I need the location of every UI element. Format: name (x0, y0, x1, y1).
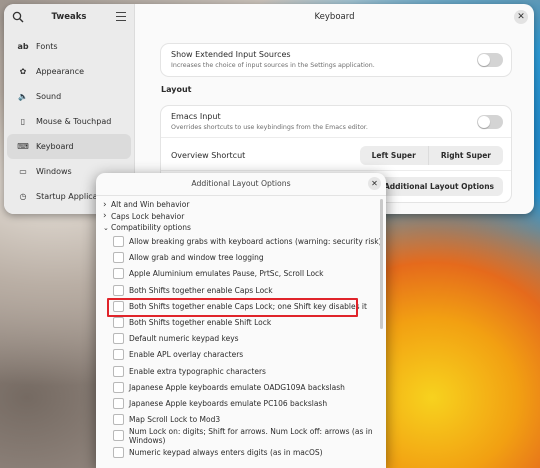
option-checkbox[interactable] (113, 365, 124, 377)
option-row[interactable]: Apple Aluminium emulates Pause, PrtSc, S… (103, 266, 382, 282)
group-expander[interactable]: › Alt and Win behavior (103, 199, 382, 211)
option-label: Allow grab and window tree logging (129, 253, 264, 263)
option-label: Japanese Apple keyboards emulate PC106 b… (129, 398, 328, 408)
additional-layout-options-dialog: Additional Layout Options ✕ › Alt and Win… (96, 173, 386, 468)
close-icon: ✕ (371, 179, 378, 188)
option-label: Both Shifts together enable Caps Lock; o… (129, 301, 367, 311)
option-checkbox[interactable] (113, 300, 124, 312)
option-row[interactable]: Allow grab and window tree logging (103, 250, 382, 266)
chevron-right-icon: › (103, 211, 107, 222)
sound-icon: 🔈 (18, 92, 28, 101)
option-checkbox[interactable] (113, 430, 124, 442)
option-checkbox[interactable] (113, 284, 124, 296)
close-button[interactable]: ✕ (514, 10, 528, 24)
option-row[interactable]: Default numeric keypad keys (103, 331, 382, 347)
option-label: Enable extra typographic characters (129, 366, 266, 376)
option-row[interactable]: Enable APL overlay characters (103, 347, 382, 363)
option-row[interactable]: Num Lock on: digits; Shift for arrows. N… (103, 426, 382, 445)
sidebar-item-label: Mouse & Touchpad (36, 117, 112, 126)
option-row[interactable]: Both Shifts together enable Shift Lock (103, 314, 382, 330)
sidebar-item-label: Keyboard (36, 142, 74, 151)
windows-icon: ▭ (19, 167, 27, 176)
emacs-title: Emacs Input (171, 112, 221, 121)
layout-section-label: Layout (161, 85, 192, 94)
option-checkbox[interactable] (113, 397, 124, 409)
option-label: Japanese Apple keyboards emulate OADG109… (129, 382, 345, 392)
group-label: Alt and Win behavior (111, 200, 190, 210)
option-checkbox[interactable] (113, 317, 124, 329)
sidebar-item-keyboard[interactable]: ⌨ Keyboard (7, 134, 131, 159)
sidebar-item-label: Windows (36, 167, 72, 176)
option-row[interactable]: Numeric keypad always enters digits (as … (103, 444, 382, 460)
emacs-toggle[interactable] (477, 115, 503, 129)
additional-layout-options-button[interactable]: Additional Layout Options (374, 177, 503, 196)
emacs-subtitle: Overrides shortcuts to use keybindings f… (171, 124, 368, 131)
right-super-option[interactable]: Right Super (427, 146, 503, 165)
option-checkbox[interactable] (113, 236, 124, 248)
left-super-option[interactable]: Left Super (360, 146, 428, 165)
option-checkbox[interactable] (113, 414, 124, 426)
group-expander[interactable]: › Caps Lock behavior (103, 211, 382, 223)
group-expander[interactable]: ⌄ Compatibility options (103, 222, 382, 234)
option-row[interactable]: Map Scroll Lock to Mod3 (103, 412, 382, 428)
startup-icon: ◷ (19, 192, 27, 201)
mouse-icon: ▯ (20, 117, 26, 126)
option-row[interactable]: Allow breaking grabs with keyboard actio… (103, 234, 382, 250)
dialog-options-list: › Alt and Win behavior › Caps Lock behavior… (103, 199, 382, 460)
extended-input-toggle[interactable] (477, 53, 503, 67)
sidebar-item-label: Appearance (36, 67, 85, 76)
sidebar-header: Tweaks (4, 4, 134, 30)
app-title: Tweaks (51, 12, 87, 22)
option-label: Allow breaking grabs with keyboard actio… (129, 237, 382, 247)
option-checkbox[interactable] (113, 252, 124, 264)
sidebar-item-label: Fonts (36, 42, 58, 51)
page-title: Keyboard (314, 12, 355, 22)
dialog-scrollbar[interactable] (380, 199, 383, 329)
sidebar-item-label: Sound (36, 92, 62, 101)
option-checkbox[interactable] (113, 446, 124, 458)
option-row[interactable]: Both Shifts together enable Caps Lock; o… (103, 297, 382, 317)
option-checkbox[interactable] (113, 349, 124, 361)
close-icon: ✕ (517, 12, 525, 22)
option-label: Both Shifts together enable Shift Lock (129, 318, 272, 328)
option-label: Apple Aluminium emulates Pause, PrtSc, S… (129, 269, 324, 279)
sidebar-item-appearance[interactable]: ✿ Appearance (7, 59, 131, 84)
fonts-icon: ab (17, 42, 29, 51)
overview-shortcut-selector: Left Super Right Super (359, 146, 503, 165)
option-row[interactable]: Japanese Apple keyboards emulate PC106 b… (103, 395, 382, 411)
option-label: Map Scroll Lock to Mod3 (129, 415, 221, 425)
appearance-icon: ✿ (19, 67, 27, 76)
keyboard-icon: ⌨ (17, 142, 29, 151)
chevron-down-icon: ⌄ (103, 223, 109, 232)
dialog-title: Additional Layout Options (191, 179, 291, 188)
group-label: Caps Lock behavior (111, 211, 185, 221)
option-checkbox[interactable] (113, 268, 124, 280)
dialog-header: Additional Layout Options ✕ (96, 173, 386, 196)
option-checkbox[interactable] (113, 333, 124, 345)
option-label: Both Shifts together enable Caps Lock (129, 285, 273, 295)
chevron-right-icon: › (103, 199, 107, 210)
dialog-close-button[interactable]: ✕ (368, 177, 381, 190)
option-row[interactable]: Both Shifts together enable Caps Lock (103, 282, 382, 298)
option-label: Numeric keypad always enters digits (as … (129, 447, 323, 457)
overview-shortcut-label: Overview Shortcut (171, 151, 246, 160)
extended-input-subtitle: Increases the choice of input sources in… (171, 62, 375, 69)
sidebar-item-fonts[interactable]: ab Fonts (7, 34, 131, 59)
group-label: Compatibility options (111, 223, 191, 233)
option-label: Default numeric keypad keys (129, 334, 239, 344)
extended-input-row: Show Extended Input Sources Increases th… (161, 44, 511, 76)
option-checkbox[interactable] (113, 381, 124, 393)
sidebar-item-mouse-touchpad[interactable]: ▯ Mouse & Touchpad (7, 109, 131, 134)
option-row[interactable]: Enable extra typographic characters (103, 363, 382, 379)
option-label: Num Lock on: digits; Shift for arrows. N… (129, 426, 373, 445)
option-label: Enable APL overlay characters (129, 350, 244, 360)
option-row[interactable]: Japanese Apple keyboards emulate OADG109… (103, 379, 382, 395)
hamburger-menu-icon[interactable] (116, 12, 126, 22)
extended-input-title: Show Extended Input Sources (171, 50, 291, 59)
main-header: Keyboard ✕ (135, 4, 534, 30)
sidebar-item-sound[interactable]: 🔈 Sound (7, 84, 131, 109)
